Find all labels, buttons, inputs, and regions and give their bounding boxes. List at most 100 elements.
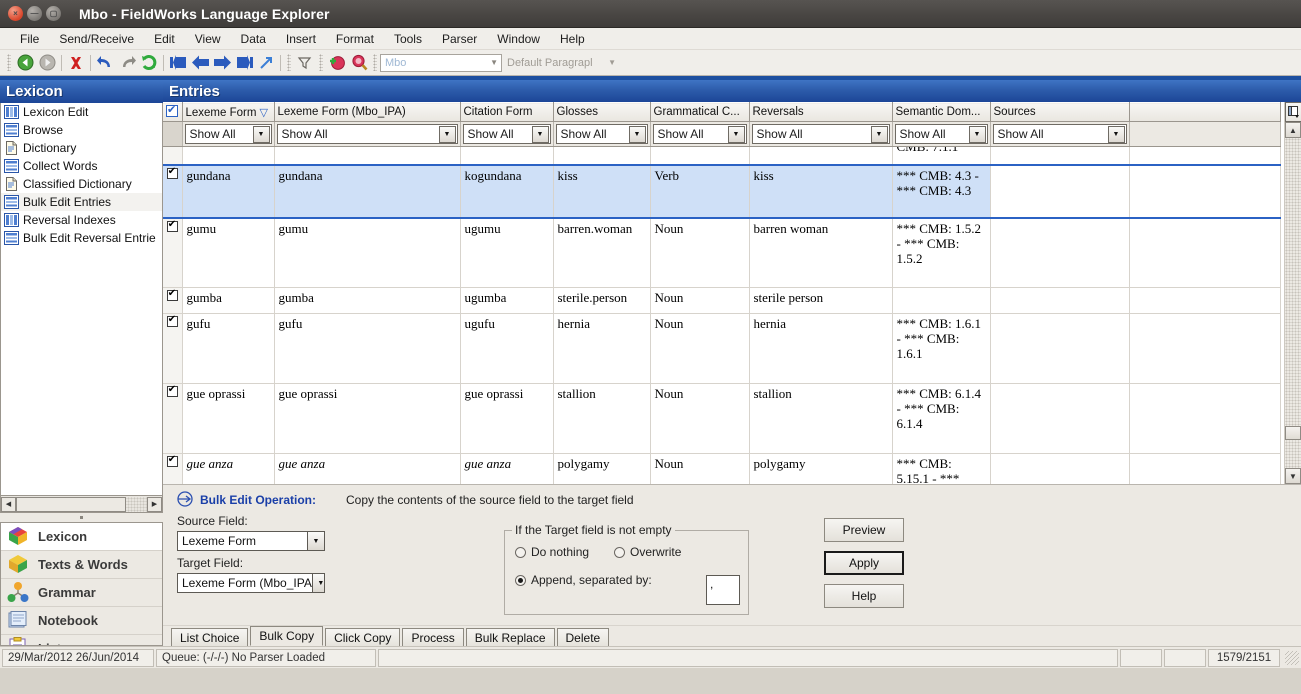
nav-item-texts-words[interactable]: Texts & Words	[1, 551, 162, 579]
menu-insert[interactable]: Insert	[276, 30, 326, 48]
cell-sources[interactable]	[990, 313, 1130, 384]
row-checkbox-cell[interactable]	[163, 313, 183, 384]
cell-lexeme-form-ipa[interactable]: gue oprassi	[274, 383, 461, 454]
back-icon[interactable]	[14, 52, 36, 74]
cell-empty[interactable]	[1129, 453, 1281, 485]
scrollbar-thumb[interactable]	[1285, 426, 1301, 441]
row-checkbox-cell[interactable]	[163, 146, 183, 166]
cell-sources[interactable]	[990, 146, 1130, 166]
cell-grammatical-category[interactable]	[650, 146, 750, 166]
sidebar-item-lexicon-edit[interactable]: Lexicon Edit	[1, 103, 162, 121]
column-header-sources[interactable]: Sources	[990, 102, 1130, 123]
filter-cell-reversals[interactable]: Show All ▼	[749, 121, 893, 148]
undo-icon[interactable]	[94, 52, 116, 74]
nav-item-grammar[interactable]: Grammar	[1, 579, 162, 607]
cell-glosses[interactable]: barren.woman	[553, 218, 651, 288]
cell-semantic-domains[interactable]: CMB: 7.1.1	[892, 146, 991, 166]
cell-empty[interactable]	[1129, 218, 1281, 288]
cell-lexeme-form-ipa[interactable]: gumba	[274, 287, 461, 314]
nav-item-lists[interactable]: Lists	[1, 635, 162, 645]
redo-icon[interactable]	[116, 52, 138, 74]
next-record-icon[interactable]	[211, 52, 233, 74]
nav-item-notebook[interactable]: Notebook	[1, 607, 162, 635]
toolbar-grip[interactable]	[373, 54, 377, 71]
refresh-icon[interactable]	[138, 52, 160, 74]
scrollbar-track[interactable]	[1285, 138, 1301, 469]
cell-reversals[interactable]: kiss	[749, 164, 893, 220]
scrollbar-track[interactable]	[16, 496, 147, 512]
cell-glosses[interactable]: stallion	[553, 383, 651, 454]
cell-semantic-domains[interactable]: *** CMB: 4.3 - *** CMB: 4.3	[892, 164, 991, 220]
column-header-lexeme-form-ipa[interactable]: Lexeme Form (Mbo_IPA)	[274, 102, 461, 123]
cell-sources[interactable]	[990, 164, 1130, 220]
scroll-right-icon[interactable]: ▶	[147, 496, 162, 512]
tab-delete[interactable]: Delete	[556, 628, 610, 646]
table-row[interactable]: gufu gufu ugufu hernia Noun hernia *** C…	[163, 313, 1281, 384]
chevron-down-icon[interactable]: ▼	[311, 574, 324, 593]
cell-lexeme-form[interactable]: gundana	[182, 164, 275, 220]
menu-window[interactable]: Window	[487, 30, 550, 48]
first-record-icon[interactable]	[167, 52, 189, 74]
tab-process[interactable]: Process	[402, 628, 464, 646]
style-combo[interactable]: Default Paragrapl ▼	[502, 54, 620, 72]
cell-lexeme-form[interactable]: gufu	[182, 313, 275, 384]
cell-reversals[interactable]	[749, 146, 893, 166]
cell-glosses[interactable]: sterile.person	[553, 287, 651, 314]
cell-lexeme-form[interactable]	[182, 146, 275, 166]
tab-list-choice[interactable]: List Choice	[171, 628, 249, 646]
separator-input[interactable]: ,	[706, 575, 740, 606]
cell-empty[interactable]	[1129, 164, 1281, 220]
chevron-down-icon[interactable]: ▼	[438, 125, 456, 143]
find-icon[interactable]	[348, 52, 370, 74]
insert-entry-icon[interactable]	[326, 52, 348, 74]
sidebar-item-reversal-indexes[interactable]: Reversal Indexes	[1, 211, 162, 229]
scroll-down-icon[interactable]: ▼	[1285, 468, 1301, 485]
chevron-down-icon[interactable]: ▼	[870, 125, 888, 143]
forward-icon[interactable]	[36, 52, 58, 74]
menu-send-receive[interactable]: Send/Receive	[49, 30, 144, 48]
menu-view[interactable]: View	[185, 30, 231, 48]
menu-help[interactable]: Help	[550, 30, 595, 48]
table-row[interactable]: gundana gundana kogundana kiss Verb kiss…	[163, 164, 1281, 220]
column-header-glosses[interactable]: Glosses	[553, 102, 651, 123]
row-checkbox-cell[interactable]	[163, 287, 183, 314]
filter-cell-citation-form[interactable]: Show All ▼	[460, 121, 554, 148]
column-header-reversals[interactable]: Reversals	[749, 102, 893, 123]
checkbox-icon[interactable]	[166, 454, 178, 467]
table-vertical-scrollbar[interactable]: ▲ ▼	[1284, 102, 1301, 485]
chevron-down-icon[interactable]: ▼	[531, 125, 549, 143]
scroll-up-icon[interactable]: ▲	[1285, 122, 1301, 139]
checkbox-icon[interactable]	[166, 384, 178, 397]
cell-sources[interactable]	[990, 287, 1130, 314]
cell-reversals[interactable]: barren woman	[749, 218, 893, 288]
menu-edit[interactable]: Edit	[144, 30, 185, 48]
target-field-combo[interactable]: Lexeme Form (Mbo_IPA ▼	[177, 573, 325, 594]
cell-glosses[interactable]: kiss	[553, 164, 651, 220]
table-row[interactable]: gue oprassi gue oprassi gue oprassi stal…	[163, 383, 1281, 454]
table-row[interactable]: gumba gumba ugumba sterile.person Noun s…	[163, 287, 1281, 314]
cell-glosses[interactable]: polygamy	[553, 453, 651, 485]
tab-click-copy[interactable]: Click Copy	[325, 628, 401, 646]
tab-bulk-replace[interactable]: Bulk Replace	[465, 628, 555, 646]
select-all-checkbox-header[interactable]	[163, 102, 183, 123]
checkbox-icon[interactable]	[166, 288, 178, 301]
scroll-left-icon[interactable]: ◀	[1, 496, 16, 512]
cell-lexeme-form[interactable]: gumba	[182, 287, 275, 314]
radio-overwrite[interactable]	[614, 546, 626, 558]
chevron-down-icon[interactable]: ▼	[727, 125, 745, 143]
cell-citation-form[interactable]: ugufu	[460, 313, 554, 384]
previous-record-icon[interactable]	[189, 52, 211, 74]
filter-cell-grammatical-category[interactable]: Show All ▼	[650, 121, 750, 148]
apply-button[interactable]: Apply	[824, 551, 904, 576]
delete-icon[interactable]	[65, 52, 87, 74]
filter-cell-lexeme-form-ipa[interactable]: Show All ▼	[274, 121, 461, 148]
writing-system-combo[interactable]: Mbo ▼	[380, 53, 502, 72]
filter-icon[interactable]	[294, 52, 316, 74]
cell-reversals[interactable]: sterile person	[749, 287, 893, 314]
toolbar-grip[interactable]	[287, 54, 291, 71]
cell-citation-form[interactable]: ugumba	[460, 287, 554, 314]
checkbox-icon[interactable]	[166, 104, 178, 117]
help-button[interactable]: Help	[824, 584, 904, 609]
jump-icon[interactable]	[255, 52, 277, 74]
cell-empty[interactable]	[1129, 287, 1281, 314]
